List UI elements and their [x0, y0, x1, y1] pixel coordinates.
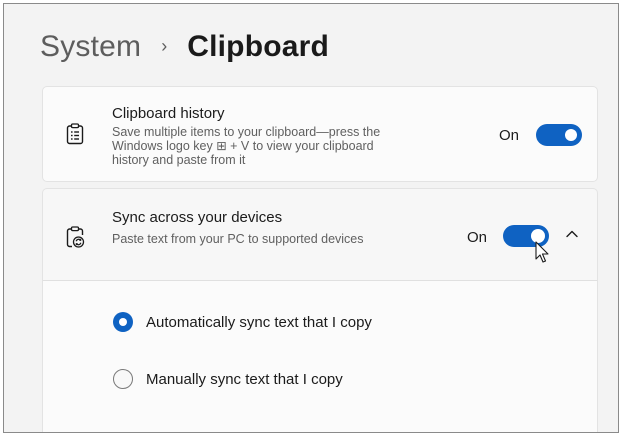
settings-window: System › Clipboard Clipboard history Sav…: [3, 3, 619, 433]
radio-unchecked-icon[interactable]: [113, 369, 133, 389]
toggle-knob: [565, 129, 577, 141]
sync-devices-description: Paste text from your PC to supported dev…: [112, 232, 364, 246]
clipboard-list-icon: [66, 123, 84, 145]
clipboard-sync-icon: [66, 226, 85, 248]
sync-option-manual[interactable]: Manually sync text that I copy: [113, 369, 343, 389]
radio-checked-icon[interactable]: [113, 312, 133, 332]
clipboard-history-card: Clipboard history Save multiple items to…: [42, 86, 598, 182]
sync-option-manual-label: Manually sync text that I copy: [146, 370, 343, 388]
breadcrumb: System › Clipboard: [40, 22, 329, 72]
sync-devices-title: Sync across your devices: [112, 209, 283, 226]
page-title: Clipboard: [187, 30, 330, 63]
breadcrumb-system[interactable]: System: [40, 30, 141, 64]
chevron-up-icon[interactable]: [565, 229, 579, 239]
clipboard-history-state: On: [499, 127, 520, 144]
breadcrumb-separator: ›: [161, 35, 168, 56]
sync-option-automatic-label: Automatically sync text that I copy: [146, 313, 372, 331]
sync-options-panel: Automatically sync text that I copy Manu…: [42, 280, 598, 432]
clipboard-history-toggle[interactable]: [536, 124, 582, 146]
clipboard-history-title: Clipboard history: [112, 105, 225, 122]
sync-devices-state: On: [467, 229, 488, 246]
sync-option-automatic[interactable]: Automatically sync text that I copy: [113, 312, 372, 332]
sync-devices-card[interactable]: Sync across your devices Paste text from…: [42, 188, 598, 280]
mouse-pointer-icon: [535, 241, 549, 263]
clipboard-history-description: Save multiple items to your clipboard—pr…: [112, 125, 381, 167]
